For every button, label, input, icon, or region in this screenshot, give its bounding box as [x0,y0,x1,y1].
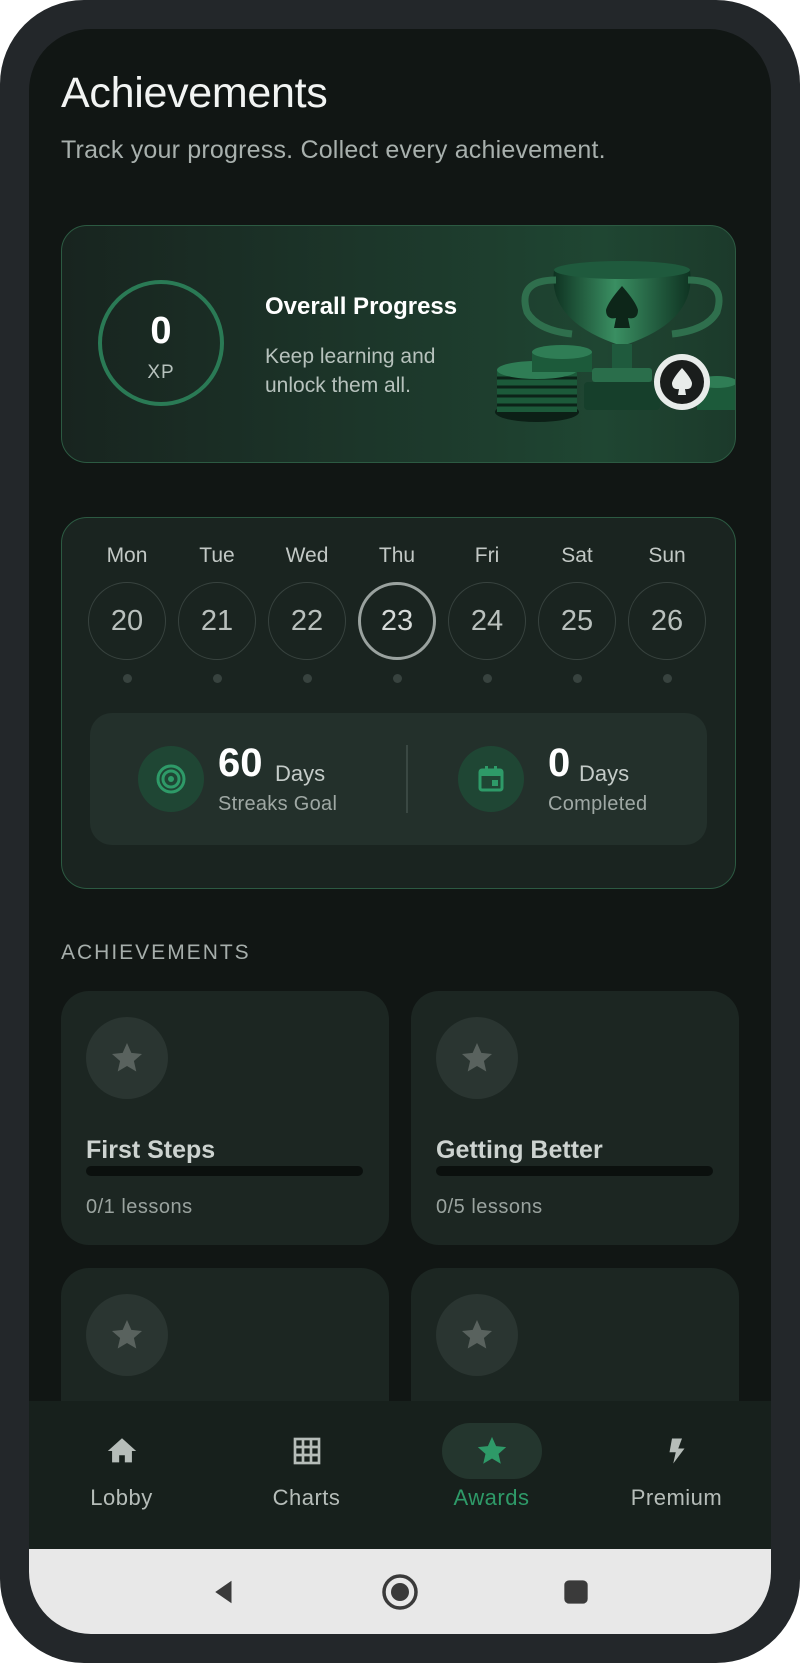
achievement-card-first-steps[interactable]: First Steps 0/1 lessons [61,991,389,1245]
star-icon [436,1294,518,1376]
day-name: Tue [199,544,235,567]
star-icon [436,1017,518,1099]
achievement-progress-text: 0/5 lessons [436,1196,543,1218]
day-dot [122,674,132,683]
chip-stack-right [654,354,735,410]
day-tue[interactable]: Tue 21 [176,544,258,683]
day-thu[interactable]: Thu 23 [356,544,438,683]
back-icon[interactable] [201,1569,247,1615]
achievement-card-3[interactable] [61,1268,389,1401]
day-name: Fri [474,544,500,567]
streak-summary: 60 Days Streaks Goal 0 Days Completed [90,713,707,845]
achievement-card-4[interactable] [411,1268,739,1401]
day-name: Sat [561,544,593,567]
day-dot [392,674,402,683]
streak-completed-label: Completed [548,793,648,815]
chip-stack-left [495,345,592,422]
nav-item-premium[interactable]: Premium [584,1401,769,1549]
day-date: 20 [88,582,166,660]
nav-label: Charts [272,1485,341,1510]
day-dot [662,674,672,683]
streak-completed-unit: Days [579,761,630,786]
day-dot [302,674,312,683]
streak-goal-label: Streaks Goal [218,793,338,815]
day-name: Wed [285,544,329,567]
trophy-illustration [495,261,735,422]
day-date: 22 [268,582,346,660]
overall-progress-card: 0 XP Overall Progress Keep learning and … [61,225,736,463]
day-fri[interactable]: Fri 24 [446,544,528,683]
home-icon [72,1423,172,1479]
day-date-today: 23 [358,582,436,660]
nav-label: Lobby [90,1485,153,1510]
achievement-progress-bar [86,1166,363,1176]
bottom-navigation: Lobby Charts Awards Premium [29,1401,771,1549]
calendar-icon [458,746,524,812]
streak-goal-value: 60 [218,741,263,785]
target-icon [138,746,204,812]
recents-icon[interactable] [553,1569,599,1615]
day-mon[interactable]: Mon 20 [86,544,168,683]
day-name: Thu [378,544,416,567]
achievement-progress-text: 0/1 lessons [86,1196,193,1218]
page-subtitle: Track your progress. Collect every achie… [61,136,606,164]
star-icon [86,1017,168,1099]
nav-item-lobby[interactable]: Lobby [29,1401,214,1549]
day-name: Sun [648,544,686,567]
day-date: 21 [178,582,256,660]
home-button-icon[interactable] [377,1569,423,1615]
scroll-content[interactable]: Achievements Track your progress. Collec… [29,29,771,1401]
star-icon [86,1294,168,1376]
app-screen: Achievements Track your progress. Collec… [29,29,771,1634]
nav-item-awards[interactable]: Awards [399,1401,584,1549]
achievement-title: Getting Better [436,1136,603,1164]
grid-icon [257,1423,357,1479]
xp-ring: 0 XP [98,280,224,406]
page-title: Achievements [61,69,328,117]
system-navigation-bar [29,1549,771,1634]
achievement-progress-bar [436,1166,713,1176]
day-sun[interactable]: Sun 26 [626,544,708,683]
streak-goal-unit: Days [275,761,326,786]
streak-completed-value: 0 [548,741,571,785]
overall-progress-title: Overall Progress [265,293,458,320]
xp-value: 0 [150,310,172,352]
day-date: 24 [448,582,526,660]
xp-unit: XP [147,362,175,383]
day-wed[interactable]: Wed 22 [266,544,348,683]
day-dot [212,674,222,683]
achievements-heading: ACHIEVEMENTS [61,941,251,964]
streak-divider [406,745,408,813]
achievement-title: First Steps [86,1136,216,1164]
nav-item-charts[interactable]: Charts [214,1401,399,1549]
weekly-streak-card: Mon 20 Tue 21 Wed 22 Thu 23 Fri 24 Sat 2… [61,517,736,889]
day-dot [482,674,492,683]
nav-label: Awards [453,1485,530,1510]
day-name: Mon [106,544,148,567]
bolt-icon [627,1423,727,1479]
day-date: 26 [628,582,706,660]
day-dot [572,674,582,683]
nav-label: Premium [630,1485,723,1510]
phone-frame: Achievements Track your progress. Collec… [0,0,800,1663]
overall-progress-description: Keep learning and unlock them all. [265,345,436,397]
day-date: 25 [538,582,616,660]
star-icon [441,1423,542,1479]
achievement-card-getting-better[interactable]: Getting Better 0/5 lessons [411,991,739,1245]
day-sat[interactable]: Sat 25 [536,544,618,683]
